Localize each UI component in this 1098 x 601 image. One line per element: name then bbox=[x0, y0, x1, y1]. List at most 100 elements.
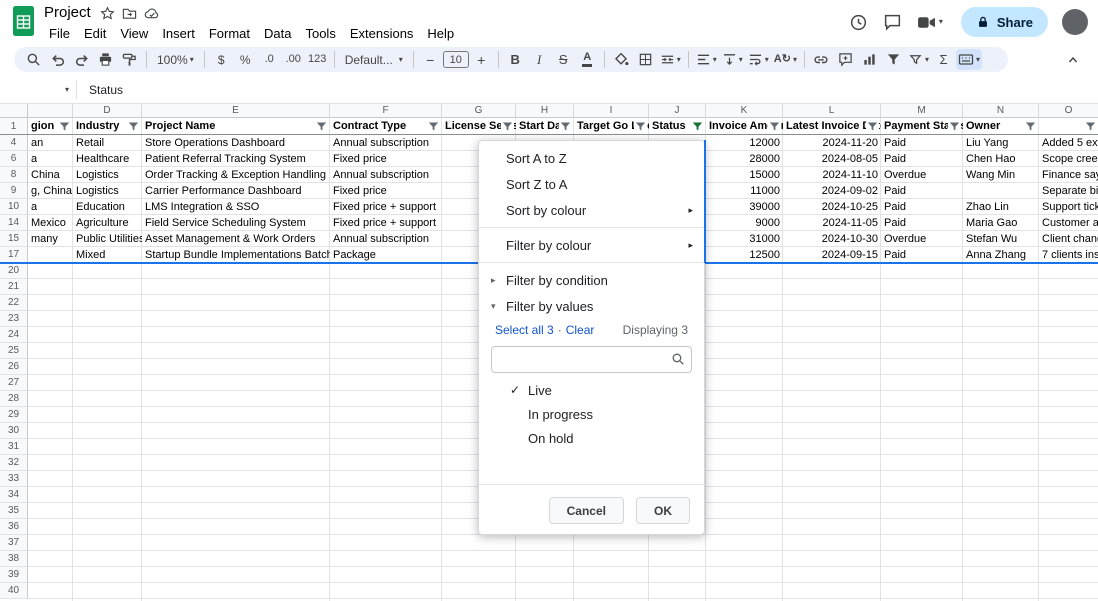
cell-L17[interactable]: 2024-09-15 bbox=[783, 247, 881, 263]
text-rotation-button[interactable]: A↻ ▾ bbox=[772, 49, 799, 70]
row-header-6[interactable]: 6 bbox=[0, 151, 28, 167]
move-folder-icon[interactable] bbox=[122, 6, 137, 21]
menu-tools[interactable]: Tools bbox=[298, 24, 342, 43]
column-filter-button-partial[interactable] bbox=[58, 120, 71, 133]
menu-extensions[interactable]: Extensions bbox=[343, 24, 421, 43]
row-header-22[interactable]: 22 bbox=[0, 295, 28, 311]
filter-views-button[interactable]: ▾ bbox=[906, 49, 931, 70]
text-wrap-button[interactable]: ▾ bbox=[746, 49, 771, 70]
horizontal-align-button[interactable]: ▾ bbox=[694, 49, 719, 70]
cell-K9[interactable]: 11000 bbox=[706, 183, 783, 199]
sheets-logo-icon[interactable] bbox=[10, 4, 37, 40]
cell-O14[interactable]: Customer as bbox=[1039, 215, 1098, 231]
column-filter-button-K[interactable] bbox=[768, 120, 781, 133]
column-letter-H[interactable]: H bbox=[516, 104, 574, 118]
cell-L9[interactable]: 2024-09-02 bbox=[783, 183, 881, 199]
row-header-10[interactable]: 10 bbox=[0, 199, 28, 215]
cell-N8[interactable]: Wang Min bbox=[963, 167, 1039, 183]
format-currency-button[interactable]: $ bbox=[210, 49, 233, 70]
cell-E10[interactable]: LMS Integration & SSO bbox=[142, 199, 330, 215]
column-letter-E[interactable]: E bbox=[142, 104, 330, 118]
column-filter-button-M[interactable] bbox=[948, 120, 961, 133]
row-header-35[interactable]: 35 bbox=[0, 503, 28, 519]
cell-K8[interactable]: 15000 bbox=[706, 167, 783, 183]
cell-F15[interactable]: Annual subscription bbox=[330, 231, 442, 247]
cell-partial14[interactable]: Mexico bbox=[28, 215, 73, 231]
cell-partial8[interactable]: China bbox=[28, 167, 73, 183]
cell-D6[interactable]: Healthcare bbox=[73, 151, 142, 167]
cell-F17[interactable]: Package bbox=[330, 247, 442, 263]
filter-search-input[interactable] bbox=[491, 346, 692, 373]
version-history-icon[interactable] bbox=[849, 12, 869, 32]
cell-D14[interactable]: Agriculture bbox=[73, 215, 142, 231]
print-button[interactable] bbox=[94, 49, 117, 70]
row-header-40[interactable]: 40 bbox=[0, 583, 28, 599]
font-family-selector[interactable]: Default... ▾ bbox=[340, 49, 408, 70]
menus-search-button[interactable] bbox=[22, 49, 45, 70]
more-formats-button[interactable]: 123 bbox=[306, 49, 329, 70]
cell-E9[interactable]: Carrier Performance Dashboard bbox=[142, 183, 330, 199]
input-tools-button[interactable]: ▾ bbox=[956, 49, 982, 70]
formula-input[interactable]: Status bbox=[77, 76, 1098, 103]
format-percent-button[interactable]: % bbox=[234, 49, 257, 70]
bold-button[interactable]: B bbox=[504, 49, 527, 70]
row-header-33[interactable]: 33 bbox=[0, 471, 28, 487]
row-header-32[interactable]: 32 bbox=[0, 455, 28, 471]
cell-F4[interactable]: Annual subscription bbox=[330, 135, 442, 151]
cell-L15[interactable]: 2024-10-30 bbox=[783, 231, 881, 247]
row-header-26[interactable]: 26 bbox=[0, 359, 28, 375]
cell-L14[interactable]: 2024-11-05 bbox=[783, 215, 881, 231]
cloud-saved-icon[interactable] bbox=[144, 6, 159, 21]
row-header-25[interactable]: 25 bbox=[0, 343, 28, 359]
cell-L10[interactable]: 2024-10-25 bbox=[783, 199, 881, 215]
row-header-8[interactable]: 8 bbox=[0, 167, 28, 183]
cell-M14[interactable]: Paid bbox=[881, 215, 963, 231]
share-button[interactable]: Share bbox=[961, 7, 1048, 37]
cell-F14[interactable]: Fixed price + support bbox=[330, 215, 442, 231]
cell-D15[interactable]: Public Utilities bbox=[73, 231, 142, 247]
star-icon[interactable] bbox=[100, 6, 115, 21]
cell-D4[interactable]: Retail bbox=[73, 135, 142, 151]
increase-font-size-button[interactable]: + bbox=[470, 49, 493, 70]
column-letter-G[interactable]: G bbox=[442, 104, 516, 118]
menu-edit[interactable]: Edit bbox=[77, 24, 113, 43]
menu-item-sort-by-colour[interactable]: Sort by colour ▸ bbox=[479, 197, 704, 223]
row-header-14[interactable]: 14 bbox=[0, 215, 28, 231]
row-header-23[interactable]: 23 bbox=[0, 311, 28, 327]
undo-button[interactable] bbox=[46, 49, 69, 70]
increase-decimal-button[interactable]: .00 bbox=[282, 49, 305, 70]
cell-E15[interactable]: Asset Management & Work Orders bbox=[142, 231, 330, 247]
cell-M9[interactable]: Paid bbox=[881, 183, 963, 199]
ok-button[interactable]: OK bbox=[636, 497, 690, 524]
column-letter-N[interactable]: N bbox=[963, 104, 1039, 118]
cell-M4[interactable]: Paid bbox=[881, 135, 963, 151]
cell-partial6[interactable]: a bbox=[28, 151, 73, 167]
cell-O17[interactable]: 7 clients insid bbox=[1039, 247, 1098, 263]
menu-insert[interactable]: Insert bbox=[155, 24, 202, 43]
column-letter-J[interactable]: J bbox=[649, 104, 706, 118]
cancel-button[interactable]: Cancel bbox=[549, 497, 624, 524]
document-title[interactable]: Project bbox=[42, 3, 93, 23]
select-all-corner[interactable] bbox=[0, 104, 28, 118]
cell-E4[interactable]: Store Operations Dashboard bbox=[142, 135, 330, 151]
clear-link[interactable]: Clear bbox=[566, 323, 595, 337]
redo-button[interactable] bbox=[70, 49, 93, 70]
row-header-36[interactable]: 36 bbox=[0, 519, 28, 535]
cell-E8[interactable]: Order Tracking & Exception Handling bbox=[142, 167, 330, 183]
decrease-font-size-button[interactable]: − bbox=[419, 49, 442, 70]
column-letter-M[interactable]: M bbox=[881, 104, 963, 118]
cell-O8[interactable]: Finance says bbox=[1039, 167, 1098, 183]
row-header-27[interactable]: 27 bbox=[0, 375, 28, 391]
menu-item-filter-by-condition[interactable]: ▸ Filter by condition bbox=[479, 267, 704, 293]
avatar[interactable] bbox=[1062, 9, 1088, 35]
cell-F10[interactable]: Fixed price + support bbox=[330, 199, 442, 215]
cell-K10[interactable]: 39000 bbox=[706, 199, 783, 215]
row-header-17[interactable]: 17 bbox=[0, 247, 28, 263]
cell-partial4[interactable]: an bbox=[28, 135, 73, 151]
meet-caret-icon[interactable]: ▾ bbox=[939, 18, 943, 26]
borders-button[interactable] bbox=[634, 49, 657, 70]
cell-N14[interactable]: Maria Gao bbox=[963, 215, 1039, 231]
cell-N4[interactable]: Liu Yang bbox=[963, 135, 1039, 151]
vertical-align-button[interactable]: ▾ bbox=[720, 49, 745, 70]
column-filter-button-N[interactable] bbox=[1024, 120, 1037, 133]
